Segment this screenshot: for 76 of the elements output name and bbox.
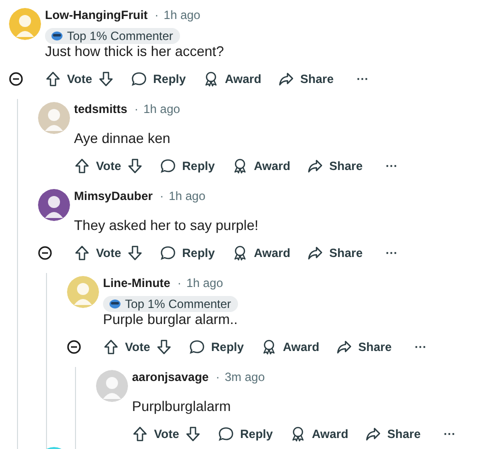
more-button[interactable]: ··· [386, 246, 398, 260]
reply-button[interactable]: Reply [218, 426, 273, 442]
share-button[interactable]: Share [365, 426, 421, 442]
comment-text: Purplburglalarm [132, 397, 232, 416]
timestamp: 3m ago [224, 370, 265, 384]
speech-bubble-icon[interactable] [189, 339, 206, 355]
username[interactable]: MimsyDauber [74, 189, 153, 203]
upvote-icon[interactable] [74, 245, 90, 261]
downvote-icon[interactable] [127, 158, 144, 174]
speech-bubble-icon[interactable] [160, 158, 176, 174]
comment-text: Just how thick is her accent? [45, 42, 224, 61]
share-icon[interactable] [278, 71, 294, 87]
share-button[interactable]: Share [278, 71, 334, 87]
share-button[interactable]: Share [307, 245, 363, 261]
award-icon[interactable] [290, 426, 306, 442]
commenter-badge: Top 1% Commenter [103, 296, 238, 312]
timestamp: 1h ago [164, 8, 200, 22]
separator-dot: · [154, 8, 159, 22]
timestamp: 1h ago [186, 276, 224, 290]
share-icon[interactable] [336, 339, 352, 355]
comment-text: They asked her to say purple! [74, 216, 258, 235]
avatar[interactable] [38, 189, 70, 221]
more-button[interactable]: ··· [386, 159, 398, 173]
comment-text: Purple burglar alarm.. [103, 310, 238, 329]
speech-bubble-icon[interactable] [218, 426, 234, 442]
share-button[interactable]: Share [336, 339, 392, 355]
reply-button[interactable]: Reply [131, 71, 186, 87]
upvote-icon[interactable] [132, 426, 148, 442]
vote-label: Vote [96, 159, 122, 173]
reply-button[interactable]: Reply [189, 339, 244, 355]
timestamp: 1h ago [143, 102, 180, 116]
award-icon[interactable] [202, 71, 219, 87]
share-icon[interactable] [307, 245, 324, 261]
separator-dot: · [177, 276, 182, 290]
award-icon[interactable] [260, 339, 277, 355]
upvote-icon[interactable] [103, 339, 119, 355]
timestamp: 1h ago [168, 189, 206, 203]
vote-label: Vote [125, 340, 150, 354]
username[interactable]: Low-HangingFruit [45, 8, 148, 22]
separator-dot: · [160, 189, 164, 203]
award-button[interactable]: Award [232, 245, 290, 261]
separator-dot: · [134, 102, 138, 116]
collapse-icon[interactable] [38, 246, 52, 260]
share-button[interactable]: Share [307, 158, 363, 174]
downvote-icon[interactable] [98, 71, 114, 87]
separator-dot: · [216, 370, 220, 384]
award-button[interactable]: Award [202, 71, 262, 87]
share-icon[interactable] [365, 426, 382, 442]
upvote-icon[interactable] [74, 158, 90, 174]
award-icon[interactable] [232, 158, 248, 174]
award-button[interactable]: Award [260, 339, 320, 355]
collapse-icon[interactable] [67, 340, 81, 354]
username[interactable]: tedsmitts [74, 102, 128, 116]
username[interactable]: Line-Minute [103, 276, 170, 290]
downvote-icon[interactable] [156, 339, 172, 355]
share-icon[interactable] [307, 158, 324, 174]
vote-label: Vote [154, 427, 180, 441]
award-icon[interactable] [232, 245, 248, 261]
speech-bubble-icon[interactable] [131, 71, 148, 87]
more-button[interactable]: ··· [414, 340, 427, 354]
upvote-icon[interactable] [45, 71, 61, 87]
collapse-icon[interactable] [9, 72, 23, 86]
more-button[interactable]: ··· [444, 427, 456, 441]
more-button[interactable]: ··· [356, 72, 369, 86]
reply-button[interactable]: Reply [160, 245, 215, 261]
speech-bubble-icon[interactable] [160, 245, 176, 261]
commenter-badge: Top 1% Commenter [45, 28, 180, 44]
award-button[interactable]: Award [290, 426, 348, 442]
vote-label: Vote [67, 72, 92, 86]
comment-text: Aye dinnae ken [74, 129, 172, 148]
username[interactable]: aaronjsavage [132, 370, 209, 384]
vote-label: Vote [96, 246, 122, 260]
downvote-icon[interactable] [185, 426, 202, 442]
reply-button[interactable]: Reply [160, 158, 215, 174]
award-button[interactable]: Award [232, 158, 290, 174]
downvote-icon[interactable] [127, 245, 144, 261]
